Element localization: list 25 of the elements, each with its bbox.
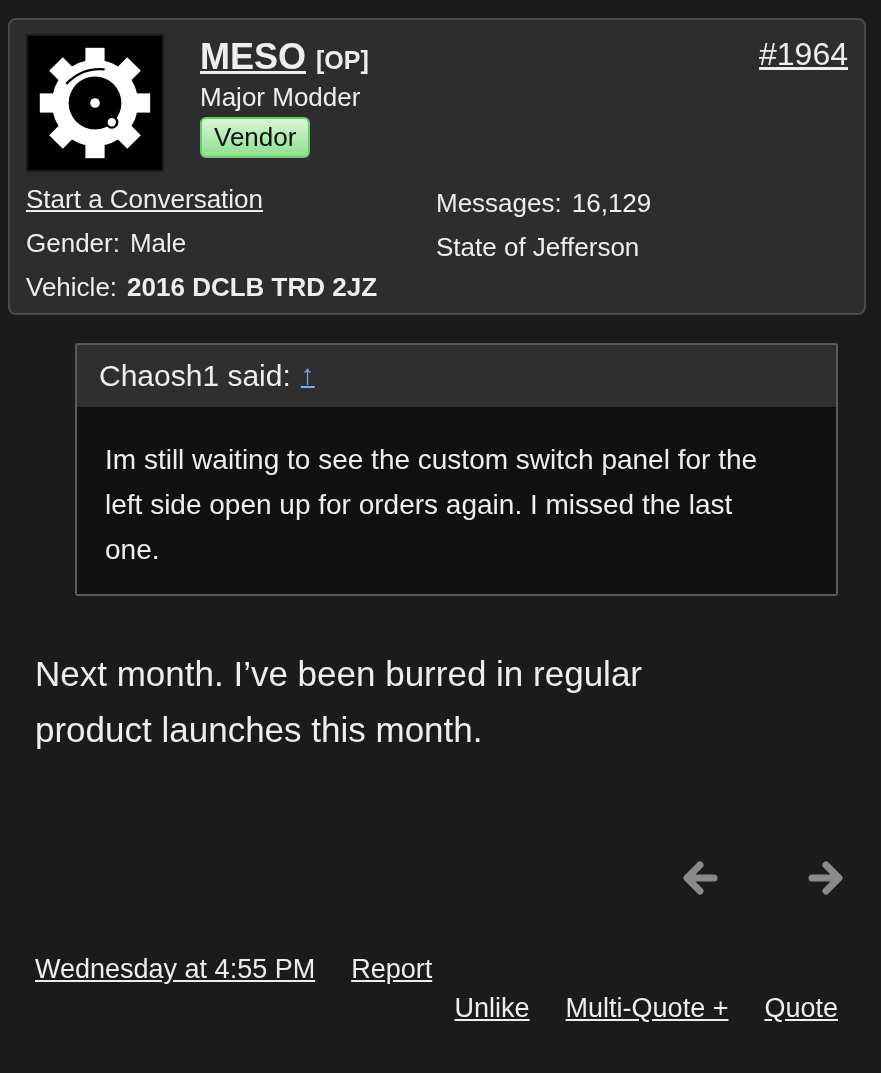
user-rank: Major Modder xyxy=(200,82,361,113)
meta-label: Messages: xyxy=(436,188,562,219)
vendor-badge: Vendor xyxy=(200,117,311,158)
post-action-link[interactable]: Quote xyxy=(764,993,838,1024)
quote-author: Chaosh1 said: xyxy=(99,359,291,393)
quote-text: Im still waiting to see the custom switch panel for the left side open up for orders again. I missed the last one. xyxy=(105,443,759,567)
post-number-link[interactable]: #1964 xyxy=(759,36,848,73)
timestamp-link[interactable]: Wednesday at 4:55 PM xyxy=(35,954,316,985)
arrow-right-icon[interactable] xyxy=(806,858,846,898)
op-tag: [OP] xyxy=(316,46,369,75)
meta-value: Male xyxy=(129,228,187,259)
post-action-link[interactable]: Unlike xyxy=(454,993,530,1024)
arrow-left-icon[interactable] xyxy=(680,858,720,898)
meta-label: Vehicle: xyxy=(26,272,118,303)
meta-value: State of Jefferson xyxy=(436,232,640,263)
meta-value: 2016 DCLB TRD 2JZ xyxy=(127,272,378,303)
meta-value: 16,129 xyxy=(571,188,652,219)
start-conversation-link[interactable]: Start a Conversation xyxy=(26,184,436,215)
avatar[interactable] xyxy=(26,34,164,172)
post-action-link[interactable]: Multi-Quote + xyxy=(565,993,729,1024)
jump-to-quote-link[interactable]: ↑ xyxy=(300,359,315,393)
report-link[interactable]: Report xyxy=(351,954,433,985)
username-link[interactable]: MESO xyxy=(200,36,306,78)
post-text: Next month. I’ve been burred in regular product launches this month. xyxy=(35,653,643,751)
meta-label: Gender: xyxy=(26,228,120,259)
